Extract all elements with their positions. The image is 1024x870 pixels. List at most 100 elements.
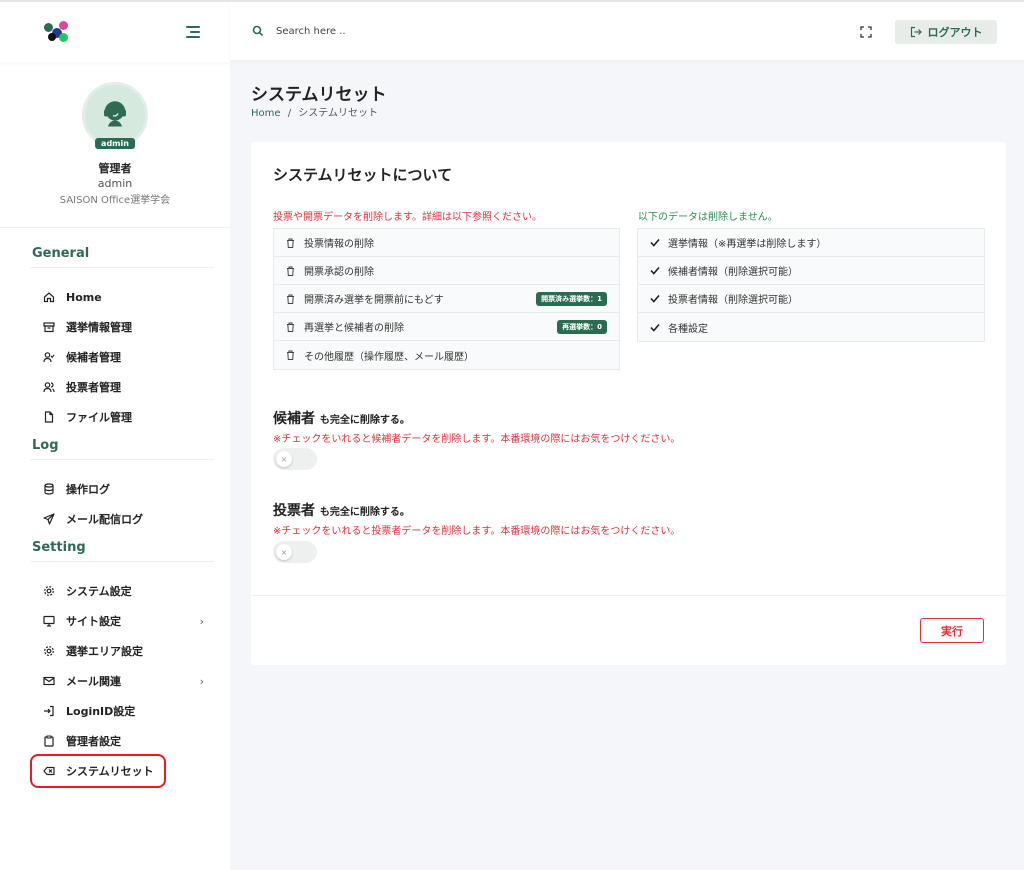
count-badge: 再選挙数：0 — [557, 320, 607, 334]
sidebar-item-site-settings[interactable]: サイト設定 › — [0, 606, 230, 636]
backspace-icon — [42, 764, 56, 778]
sidebar-item-admin-settings[interactable]: 管理者設定 — [0, 726, 230, 756]
sidebar-item-system-settings[interactable]: システム設定 — [0, 576, 230, 606]
sidebar-item-files[interactable]: ファイル管理 — [0, 402, 230, 432]
breadcrumb-home[interactable]: Home — [251, 108, 281, 119]
trash-icon — [286, 294, 296, 304]
option-title-suffix: も完全に削除する。 — [319, 415, 410, 426]
execute-button[interactable]: 実行 — [920, 618, 984, 643]
sidebar-item-label: 選挙情報管理 — [66, 321, 132, 334]
profile-username: admin — [97, 177, 133, 190]
sidebar-item-system-reset[interactable]: システムリセット — [30, 754, 166, 788]
section-title-log: Log — [32, 438, 59, 453]
section-title-general: General — [32, 246, 90, 261]
menu-toggle-icon[interactable] — [186, 26, 200, 38]
profile-org: SAISON Office選挙学会 — [59, 195, 171, 206]
keep-list: 選挙情報（※再選挙は削除します） 候補者情報（削除選択可能） 投票者情報（削除選… — [637, 228, 985, 342]
gear-icon — [42, 584, 56, 598]
search-input[interactable] — [276, 25, 576, 37]
toggle-off-icon: × — [276, 451, 292, 467]
sidebar-item-label: メール関連 — [66, 675, 121, 688]
support-agent-icon — [104, 101, 126, 127]
sidebar-item-label: 候補者管理 — [66, 351, 121, 364]
chevron-right-icon: › — [199, 674, 204, 688]
mail-icon — [42, 674, 56, 688]
sidebar-item-label: システムリセット — [66, 765, 154, 778]
app-logo[interactable] — [44, 21, 70, 43]
list-item-label: 開票済み選挙を開票前にもどす — [304, 295, 444, 306]
sidebar-divider — [0, 227, 230, 228]
list-item-label: 各種設定 — [668, 323, 708, 335]
delete-voters-toggle[interactable]: × — [273, 541, 317, 563]
page-title: システムリセット — [251, 85, 387, 105]
option-title-text: 投票者 — [273, 503, 315, 519]
list-item: 候補者情報（削除選択可能） — [638, 257, 984, 285]
breadcrumb: Home / システムリセット — [251, 104, 378, 119]
archive-icon — [42, 320, 56, 334]
user-profile: admin 管理者 admin SAISON Office選挙学会 — [0, 62, 230, 227]
list-item-label: 再選挙と候補者の削除 — [304, 323, 404, 334]
logout-button[interactable]: ログアウト — [895, 20, 997, 44]
chevron-right-icon: › — [199, 614, 204, 628]
option-candidates-title: 候補者 も完全に削除する。 — [273, 408, 410, 428]
breadcrumb-current: システムリセット — [298, 108, 378, 119]
card-title: システムリセットについて — [273, 166, 453, 184]
sidebar-item-mail[interactable]: メール関連 › — [0, 666, 230, 696]
trash-icon — [286, 266, 296, 276]
admin-badge: admin — [95, 138, 135, 149]
section-divider — [30, 561, 214, 562]
sidebar-item-candidates[interactable]: 候補者管理 — [0, 342, 230, 372]
option-title-text: 候補者 — [273, 411, 315, 427]
file-icon — [42, 410, 56, 424]
clipboard-icon — [42, 734, 56, 748]
option-voters-warning: ※チェックをいれると投票者データを削除します。本番環境の際にはお気をつけください… — [273, 526, 681, 537]
trash-icon — [286, 350, 296, 360]
list-item-label: 投票者情報（削除選択可能） — [668, 295, 798, 306]
profile-name: 管理者 — [98, 162, 132, 175]
list-item: 投票情報の削除 — [274, 229, 619, 257]
sidebar-item-home[interactable]: Home — [0, 282, 230, 312]
option-candidates-warning: ※チェックをいれると候補者データを削除します。本番環境の際にはお気をつけください… — [273, 434, 681, 445]
login-icon — [42, 704, 56, 718]
section-divider — [30, 459, 214, 460]
check-icon — [650, 294, 660, 303]
list-item-label: 投票情報の削除 — [304, 239, 374, 250]
users-icon — [42, 380, 56, 394]
home-icon — [42, 290, 56, 304]
search-icon[interactable] — [252, 25, 264, 37]
reset-card: システムリセットについて 投票や開票データを削除します。詳細は以下参照ください。… — [251, 142, 1006, 665]
fullscreen-icon[interactable] — [860, 26, 872, 38]
check-icon — [650, 266, 660, 275]
sidebar-item-label: メール配信ログ — [66, 513, 143, 526]
list-item: 投票者情報（削除選択可能） — [638, 285, 984, 313]
sidebar-item-label: 投票者管理 — [66, 381, 121, 394]
sidebar-item-loginid[interactable]: LoginID設定 — [0, 696, 230, 726]
sidebar-item-label: システム設定 — [66, 585, 132, 598]
check-icon — [650, 238, 660, 247]
sidebar-item-label: Home — [66, 290, 102, 304]
keep-note: 以下のデータは削除しません。 — [638, 212, 778, 223]
avatar: admin — [82, 82, 148, 149]
list-item-label: 候補者情報（削除選択可能） — [668, 267, 798, 278]
sidebar-item-operation-log[interactable]: 操作ログ — [0, 474, 230, 504]
list-item: 各種設定 — [638, 313, 984, 341]
option-voters-title: 投票者 も完全に削除する。 — [273, 500, 410, 520]
trash-icon — [286, 322, 296, 332]
sidebar-top — [0, 2, 230, 62]
list-item: その他履歴（操作履歴、メール履歴） — [274, 341, 619, 369]
sidebar-item-voters[interactable]: 投票者管理 — [0, 372, 230, 402]
option-title-suffix: も完全に削除する。 — [319, 507, 410, 518]
gear-icon — [42, 644, 56, 658]
sidebar-item-label: 選挙エリア設定 — [66, 645, 143, 658]
send-icon — [42, 512, 56, 526]
breadcrumb-separator: / — [287, 108, 292, 119]
count-badge: 開票済み選挙数：1 — [536, 292, 607, 306]
section-title-setting: Setting — [32, 540, 86, 555]
sidebar-item-election-area[interactable]: 選挙エリア設定 — [0, 636, 230, 666]
delete-candidates-toggle[interactable]: × — [273, 448, 317, 470]
sidebar-item-mail-log[interactable]: メール配信ログ — [0, 504, 230, 534]
database-icon — [42, 482, 56, 496]
sidebar-item-election-info[interactable]: 選挙情報管理 — [0, 312, 230, 342]
sidebar-item-label: ファイル管理 — [66, 411, 132, 424]
section-divider — [30, 267, 214, 268]
